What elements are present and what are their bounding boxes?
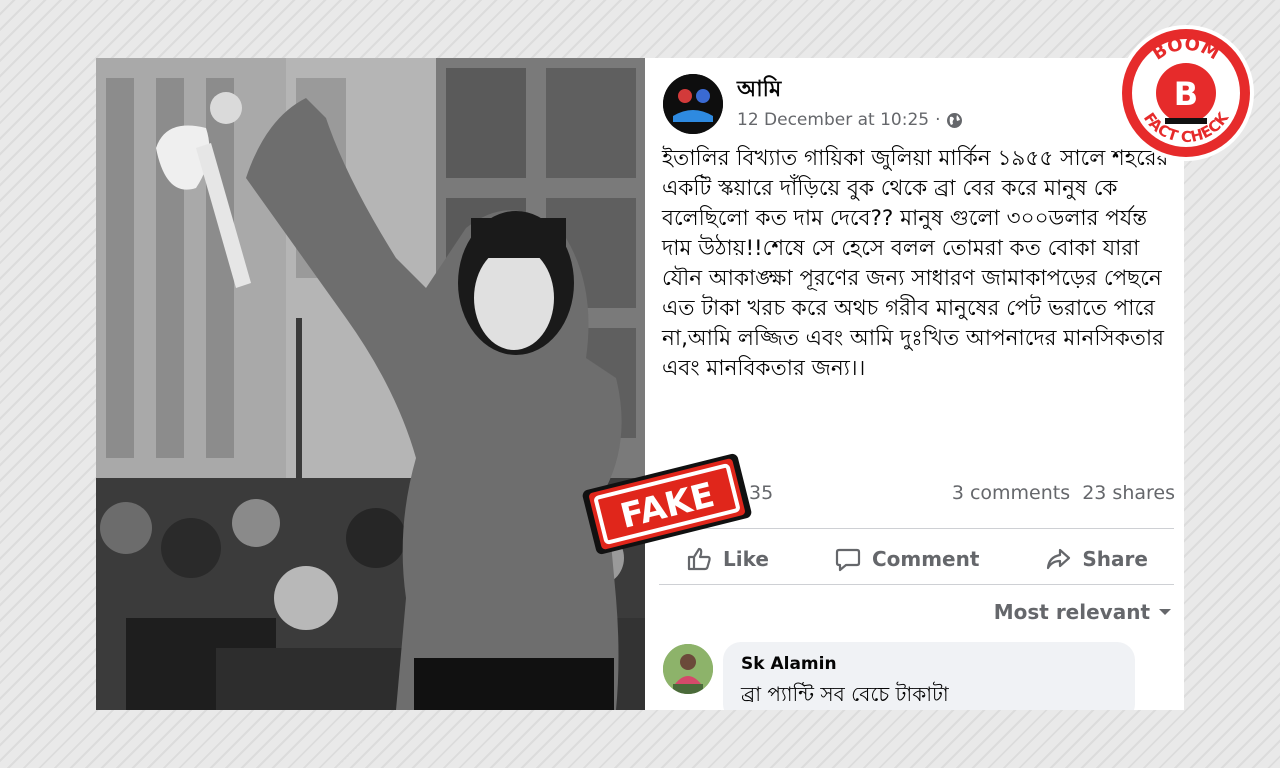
post-photo[interactable]	[96, 58, 645, 710]
share-label: Share	[1082, 547, 1148, 571]
like-label: Like	[723, 547, 769, 571]
comments-sort-dropdown[interactable]: Most relevant	[994, 600, 1172, 624]
shares-count[interactable]: 23 shares	[1082, 482, 1175, 504]
like-button[interactable]: Like	[659, 536, 795, 582]
comments-sort-label: Most relevant	[993, 600, 1150, 624]
action-bar: Like Comment Share	[659, 536, 1174, 582]
comment-icon	[835, 548, 861, 572]
share-icon	[1047, 548, 1071, 570]
photo-illustration	[96, 58, 645, 710]
boom-letter: B	[1174, 75, 1198, 113]
facebook-post: আমি 12 December at 10:25 · ইতালির বিখ্যা…	[645, 58, 1184, 710]
comment-author[interactable]: Sk Alamin	[741, 654, 837, 674]
chevron-down-icon	[1159, 609, 1171, 615]
comment-label: Comment	[871, 547, 980, 571]
meta-separator: ·	[935, 110, 941, 130]
commenter-avatar[interactable]	[663, 644, 713, 694]
page-logo	[663, 74, 723, 134]
share-button[interactable]: Share	[1018, 536, 1174, 582]
stats-divider	[659, 528, 1174, 529]
page-name[interactable]: আমি	[737, 72, 781, 109]
like-icon	[687, 547, 711, 571]
comment-text: ব্রা প্যান্টি সব বেচে টাকাটা	[741, 682, 949, 706]
page-avatar[interactable]	[663, 74, 723, 134]
comment-bubble: Sk Alamin ব্রা প্যান্টি সব বেচে টাকাটা	[723, 642, 1135, 710]
comments-count[interactable]: 3 comments	[952, 482, 1070, 504]
post-text: ইতালির বিখ্যাত গায়িকা জুলিয়া মার্কিন ১…	[662, 146, 1169, 381]
boom-factcheck-badge: BOOM B FACT CHECK	[1115, 22, 1257, 164]
post-meta: 12 December at 10:25 ·	[737, 110, 963, 130]
actions-divider	[659, 584, 1174, 585]
comment-button[interactable]: Comment	[808, 536, 1005, 582]
avatar-image	[663, 644, 713, 694]
post-timestamp[interactable]: 12 December at 10:25	[737, 110, 929, 130]
comments-shares: 3 comments 23 shares	[952, 482, 1175, 504]
screenshot-frame: আমি 12 December at 10:25 · ইতালির বিখ্যা…	[96, 58, 1184, 710]
globe-icon	[946, 112, 963, 129]
